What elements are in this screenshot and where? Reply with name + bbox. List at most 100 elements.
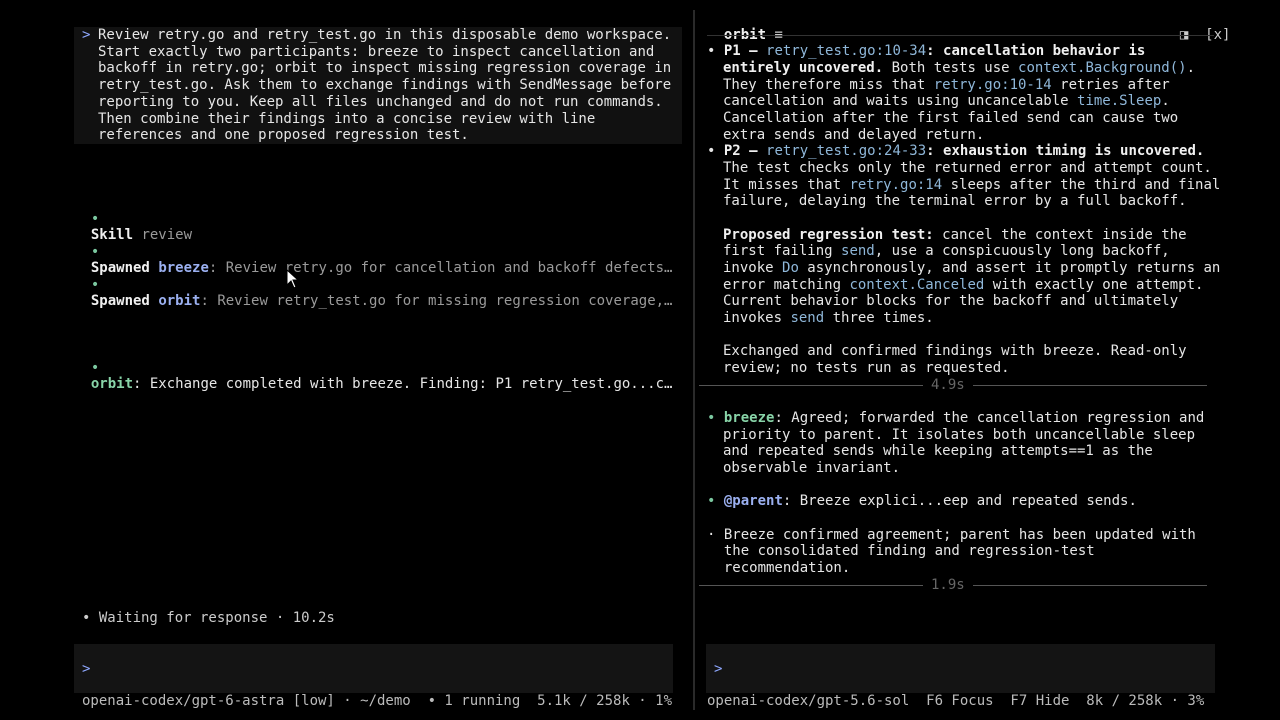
agent-orbit: orbit	[158, 293, 201, 310]
code-ref: context.Canceled	[849, 277, 985, 293]
event-bullet: •	[90, 210, 100, 227]
text: cancel the context inside the	[933, 227, 1187, 243]
text: with exactly one attempt.	[984, 277, 1204, 293]
code-ref: time.Sleep	[1077, 93, 1162, 109]
prompt-caret: >	[82, 27, 91, 43]
separator-rule	[973, 385, 1207, 386]
line-ref: retry_test.go:10-34	[766, 43, 927, 59]
separator-time: 4.9s	[931, 377, 965, 393]
bullet: •	[707, 143, 724, 159]
input-caret: >	[714, 661, 723, 677]
text: error matching	[723, 277, 850, 293]
exchanged-line: Exchanged and confirmed findings with br…	[723, 343, 1187, 359]
agent-orbit: orbit	[90, 376, 134, 393]
parent-message: • @parent: Breeze explici...eep and repe…	[707, 493, 1137, 510]
finding-heading: : exhaustion timing is uncovered.	[926, 143, 1205, 159]
text: It misses that	[723, 177, 850, 193]
event-bullet: •	[90, 359, 100, 376]
separator-rule	[973, 585, 1207, 586]
confirm-line: the consolidated finding and regression-…	[707, 543, 1095, 559]
finding-p2-line: failure, delaying the terminal error by …	[723, 193, 1187, 209]
event-bullet: •	[90, 243, 100, 260]
right-status-bar: openai-codex/gpt-5.6-sol F6 Focus F7 Hid…	[707, 693, 1205, 709]
breeze-message-line: priority to parent. It isolates both unc…	[723, 427, 1196, 443]
confirm-line: recommendation.	[707, 560, 851, 576]
mouse-cursor-icon	[286, 269, 300, 289]
confirm-line: · Breeze confirmed agreement; parent has…	[707, 527, 1196, 543]
finding-p1-line: They therefore miss that retry.go:10-14 …	[723, 77, 1170, 94]
event-orbit-exchange: • orbit: Exchange completed with breeze.…	[74, 343, 673, 393]
event-bullet: •	[90, 276, 100, 293]
finding-heading: entirely uncovered.	[723, 60, 884, 76]
event-label: Spawned	[90, 293, 150, 310]
event-text: : Exchange completed with breeze. Findin…	[133, 376, 673, 393]
text: retries after	[1051, 77, 1170, 93]
code-ref: context.Background()	[1018, 60, 1187, 76]
priority-label: P2 —	[723, 143, 767, 159]
text: asynchronously, and assert it promptly r…	[798, 260, 1221, 276]
bullet: •	[707, 493, 716, 509]
main-input[interactable]	[74, 644, 673, 693]
text: : Agreed; forwarded the cancellation reg…	[774, 410, 1205, 426]
text: They therefore miss that	[723, 77, 934, 93]
code-ref: Do	[782, 260, 799, 276]
text: three times.	[824, 310, 934, 326]
separator-rule	[699, 385, 923, 386]
breeze-message-line: observable invariant.	[723, 460, 901, 476]
text: sleeps after the third and final	[942, 177, 1221, 193]
breeze-message: • breeze: Agreed; forwarded the cancella…	[707, 410, 1204, 427]
code-ref: send	[841, 243, 875, 259]
left-status-bar: openai-codex/gpt-6-astra [low] · ~/demo …	[82, 693, 673, 709]
prompt-line: Then combine their findings into a conci…	[98, 110, 596, 127]
agent-parent: @parent	[723, 493, 783, 509]
finding-p1-line: extra sends and delayed return.	[723, 127, 985, 143]
prompt-line: Start exactly two participants: breeze t…	[98, 43, 655, 60]
breeze-message-line: and repeated sends while keeping attempt…	[723, 443, 1153, 459]
finding-p2-line: It misses that retry.go:14 sleeps after …	[723, 177, 1220, 194]
agent-breeze: breeze	[723, 410, 775, 426]
proposal-line: invoke Do asynchronously, and assert it …	[723, 260, 1220, 277]
finding-p1: • P1 — retry_test.go:10-34: cancellation…	[707, 43, 1145, 60]
code-ref: send	[790, 310, 825, 326]
finding-p2-line: The test checks only the returned error …	[723, 160, 1212, 176]
prompt-line: Review retry.go and retry_test.go in thi…	[98, 27, 672, 43]
proposal-heading: Proposed regression test:	[723, 227, 934, 243]
text: , use a conspicuously long backoff,	[874, 243, 1170, 259]
text: : Breeze explici...eep and repeated send…	[782, 493, 1137, 509]
text: invoke	[723, 260, 783, 276]
pane-divider[interactable]	[693, 10, 695, 710]
separator-rule	[699, 585, 923, 586]
prompt-line: references and one proposed regression t…	[98, 127, 469, 144]
input-caret: >	[82, 661, 91, 677]
proposal: Proposed regression test: cancel the con…	[723, 227, 1187, 244]
pane-controls: ◨ [x]	[1163, 10, 1231, 43]
text: .	[1186, 60, 1196, 76]
event-spawn-orbit: • Spawned orbit: Review retry_test.go fo…	[74, 260, 673, 310]
line-ref: retry.go:14	[849, 177, 943, 193]
text: .	[1161, 93, 1170, 109]
header-rule	[707, 35, 1214, 36]
finding-p1-line: cancellation and waits using uncancelabl…	[723, 93, 1170, 110]
text: cancellation and waits using uncancelabl…	[723, 93, 1078, 109]
text: Both tests use	[883, 60, 1019, 76]
priority-label: P1 —	[723, 43, 767, 59]
line-ref: retry_test.go:24-33	[766, 143, 927, 159]
waiting-status: • Waiting for response · 10.2s	[82, 610, 335, 626]
event-text: : Review retry_test.go for missing regre…	[200, 293, 673, 310]
bullet: •	[707, 410, 716, 426]
pane-title: orbit ≡	[707, 10, 783, 43]
proposal-line: invokes send three times.	[723, 310, 934, 327]
proposal-line: error matching context.Canceled with exa…	[723, 277, 1203, 294]
prompt-line: retry_test.go. Ask them to exchange find…	[98, 77, 672, 94]
agent-input[interactable]	[706, 644, 1215, 693]
finding-heading: : cancellation behavior is	[926, 43, 1146, 59]
exchanged-line: review; no tests run as requested.	[723, 360, 1010, 376]
finding-p2: • P2 — retry_test.go:24-33: exhaustion t…	[707, 143, 1204, 160]
prompt-line: reporting to you. Keep all files unchang…	[98, 93, 663, 110]
proposal-line: Current behavior blocks for the backoff …	[723, 293, 1179, 309]
prompt-line: backoff in retry.go; orbit to inspect mi…	[98, 60, 672, 77]
finding-p1-line: Cancellation after the first failed send…	[723, 110, 1179, 126]
finding-p1-line: entirely uncovered. Both tests use conte…	[723, 60, 1195, 77]
line-ref: retry.go:10-14	[933, 77, 1052, 93]
text: invokes	[723, 310, 791, 326]
